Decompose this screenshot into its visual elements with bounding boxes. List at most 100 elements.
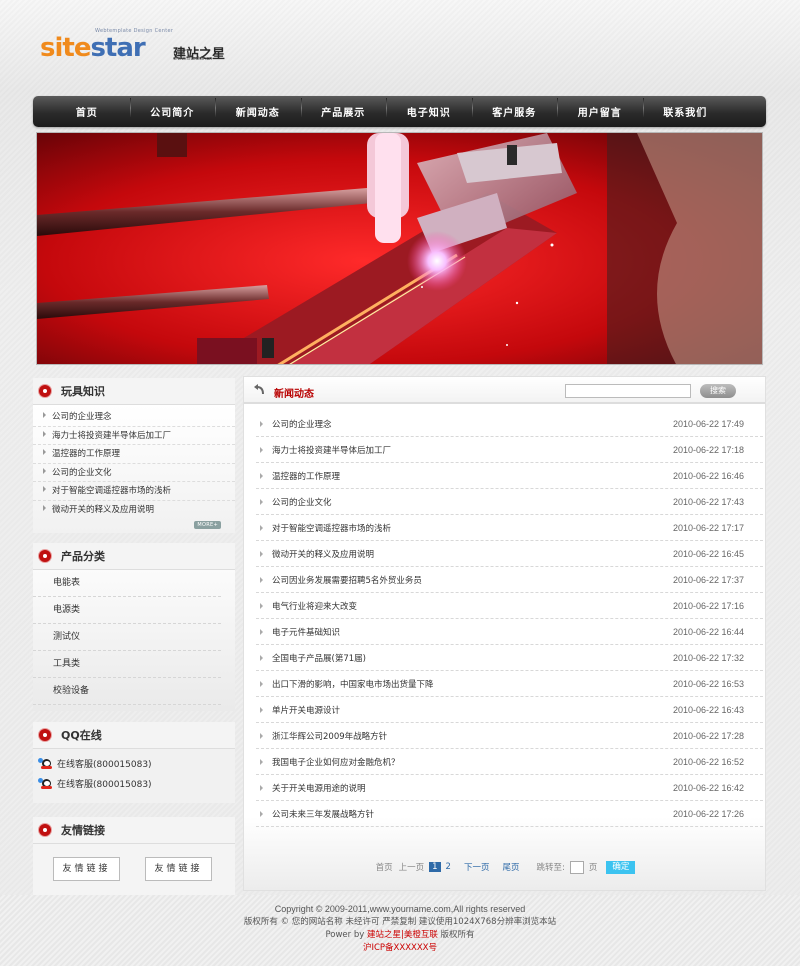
triangle-bullet-icon (260, 420, 263, 427)
toys-more-button[interactable]: MORE+ (194, 521, 221, 529)
nav-about[interactable]: 公司简介 (129, 98, 216, 119)
news-title[interactable]: 单片开关电源设计 (272, 704, 673, 716)
triangle-bullet-icon (260, 498, 263, 505)
nav-guestbook[interactable]: 用户留言 (557, 98, 643, 119)
friend-link-button[interactable]: 友情链接 (145, 857, 212, 881)
site-logo[interactable]: Webtemplate Design Center sitestar 建站之星 … (40, 28, 240, 68)
news-row[interactable]: 海力士将投资建半导体后加工厂 2010-06-22 17:18 (256, 437, 763, 463)
category-item[interactable]: 工具类 (33, 651, 221, 678)
triangle-bullet-icon (260, 472, 263, 479)
news-row[interactable]: 出口下滑的影响，中国家电市场出货量下降 2010-06-22 16:53 (256, 671, 763, 697)
toy-item-label: 公司的企业理念 (52, 412, 112, 422)
news-row[interactable]: 电子元件基础知识 2010-06-22 16:44 (256, 619, 763, 645)
nav-service[interactable]: 客户服务 (471, 98, 558, 119)
news-title[interactable]: 温控器的工作原理 (272, 470, 673, 482)
news-panel: 新闻动态 搜索 公司的企业理念 2010-06-22 17:49 海力士将投资建半… (243, 376, 766, 891)
qq-title-text: QQ在线 (61, 729, 102, 742)
nav-knowledge[interactable]: 电子知识 (386, 98, 472, 119)
footer-icp[interactable]: 沪ICP备XXXXXX号 (0, 942, 800, 955)
news-row[interactable]: 温控器的工作原理 2010-06-22 16:46 (256, 463, 763, 489)
toys-title-text: 玩具知识 (61, 385, 105, 398)
search-input[interactable] (565, 384, 691, 398)
category-item[interactable]: 测试仪 (33, 624, 221, 651)
news-date: 2010-06-22 17:43 (673, 496, 745, 507)
pager-page-unit: 页 (588, 863, 598, 873)
news-title[interactable]: 微动开关的释义及应用说明 (272, 548, 673, 560)
triangle-bullet-icon (260, 550, 263, 557)
news-row[interactable]: 对于智能空调遥控器市场的浅析 2010-06-22 17:17 (256, 515, 763, 541)
news-date: 2010-06-22 17:16 (673, 600, 745, 611)
category-item[interactable]: 电源类 (33, 597, 221, 624)
pager-last[interactable]: 尾页 (502, 861, 519, 873)
qq-penguin-icon (38, 758, 55, 772)
news-date: 2010-06-22 16:46 (673, 470, 745, 481)
news-date: 2010-06-22 17:28 (673, 730, 745, 741)
qq-contact[interactable]: 在线客服(800015083) (38, 775, 235, 795)
pager-first[interactable]: 首页 (376, 861, 393, 873)
pager-next[interactable]: 下一页 (464, 861, 490, 873)
nav-news[interactable]: 新闻动态 (215, 98, 301, 119)
news-title[interactable]: 电子元件基础知识 (272, 626, 673, 638)
news-row[interactable]: 单片开关电源设计 2010-06-22 16:43 (256, 697, 763, 723)
qq-contact[interactable]: 在线客服(800015083) (38, 755, 235, 775)
news-title[interactable]: 对于智能空调遥控器市场的浅析 (272, 522, 673, 534)
news-date: 2010-06-22 17:49 (673, 418, 745, 429)
pager-page-2[interactable]: 2 (446, 862, 451, 872)
triangle-bullet-icon (260, 602, 263, 609)
news-date: 2010-06-22 16:44 (673, 626, 745, 637)
toys-section-title: 玩具知识 (33, 378, 235, 404)
category-item[interactable]: 电能表 (33, 570, 221, 597)
pager-jump-input[interactable] (569, 860, 584, 874)
toy-item[interactable]: 对于智能空调遥控器市场的浅析 (33, 482, 235, 501)
pager-prev[interactable]: 上一页 (399, 861, 425, 873)
nav-products[interactable]: 产品展示 (300, 98, 387, 119)
section-bullet-icon (39, 729, 51, 741)
news-row[interactable]: 浙江华辉公司2009年战略方针 2010-06-22 17:28 (256, 723, 763, 749)
news-row[interactable]: 公司的企业理念 2010-06-22 17:49 (256, 411, 763, 437)
qq-penguin-icon (38, 778, 55, 792)
footer: Copyright © 2009-2011,www.yourname.com,A… (0, 895, 800, 966)
news-row[interactable]: 公司未来三年发展战略方针 2010-06-22 17:26 (256, 801, 763, 827)
news-title[interactable]: 出口下滑的影响，中国家电市场出货量下降 (272, 678, 673, 690)
news-row[interactable]: 电气行业将迎来大改变 2010-06-22 17:16 (256, 593, 763, 619)
news-row[interactable]: 关于开关电源用途的说明 2010-06-22 16:42 (256, 775, 763, 801)
toy-item-label: 对于智能空调遥控器市场的浅析 (52, 486, 172, 496)
news-panel-title: 新闻动态 (274, 389, 314, 400)
news-row[interactable]: 公司的企业文化 2010-06-22 17:43 (256, 489, 763, 515)
toy-item[interactable]: 海力士将投资建半导体后加工厂 (33, 427, 235, 445)
triangle-bullet-icon (260, 758, 263, 765)
toy-item-label: 微动开关的释义及应用说明 (52, 504, 155, 515)
news-title[interactable]: 海力士将投资建半导体后加工厂 (272, 444, 673, 456)
toy-item[interactable]: 公司的企业文化 (33, 464, 235, 482)
search-button[interactable]: 搜索 (700, 384, 736, 398)
logo-url: www.sitestar.cn (173, 56, 213, 62)
news-title[interactable]: 关于开关电源用途的说明 (272, 782, 673, 794)
toy-item[interactable]: 微动开关的释义及应用说明 (33, 501, 235, 520)
logo-word-star: star (90, 33, 145, 63)
categories-section-title: 产品分类 (33, 543, 235, 569)
news-row[interactable]: 公司因业务发展需要招聘5名外贸业务员 2010-06-22 17:37 (256, 567, 763, 593)
section-bullet-icon (39, 550, 51, 562)
left-sidebar: 玩具知识 公司的企业理念 海力士将投资建半导体后加工厂 温控器的工作原理 公司的… (33, 376, 235, 895)
category-item[interactable]: 校验设备 (33, 678, 221, 705)
news-title[interactable]: 公司的企业文化 (272, 496, 673, 508)
footer-power-link[interactable]: 建站之星|美橙互联 (367, 930, 438, 940)
news-row[interactable]: 我国电子企业如何应对金融危机？ 2010-06-22 16:52 (256, 749, 763, 775)
toy-item[interactable]: 温控器的工作原理 (33, 445, 235, 464)
news-row[interactable]: 全国电子产品展(第71届) 2010-06-22 17:32 (256, 645, 763, 671)
news-title[interactable]: 浙江华辉公司2009年战略方针 (272, 730, 673, 742)
news-title[interactable]: 全国电子产品展(第71届) (272, 652, 673, 664)
toys-list: 公司的企业理念 海力士将投资建半导体后加工厂 温控器的工作原理 公司的企业文化 … (33, 404, 235, 533)
pager-go-button[interactable]: 确定 (606, 860, 636, 874)
news-title[interactable]: 电气行业将迎来大改变 (272, 600, 673, 612)
nav-home[interactable]: 首页 (44, 104, 130, 119)
toy-item[interactable]: 公司的企业理念 (33, 408, 235, 427)
news-panel-header: 新闻动态 搜索 (244, 377, 765, 404)
news-title[interactable]: 公司未来三年发展战略方针 (272, 808, 673, 820)
friend-link-button[interactable]: 友情链接 (53, 857, 120, 881)
nav-contact[interactable]: 联系我们 (642, 98, 729, 119)
news-title[interactable]: 公司的企业理念 (272, 418, 673, 430)
news-title[interactable]: 我国电子企业如何应对金融危机？ (272, 756, 673, 768)
news-row[interactable]: 微动开关的释义及应用说明 2010-06-22 16:45 (256, 541, 763, 567)
news-title[interactable]: 公司因业务发展需要招聘5名外贸业务员 (272, 574, 673, 586)
